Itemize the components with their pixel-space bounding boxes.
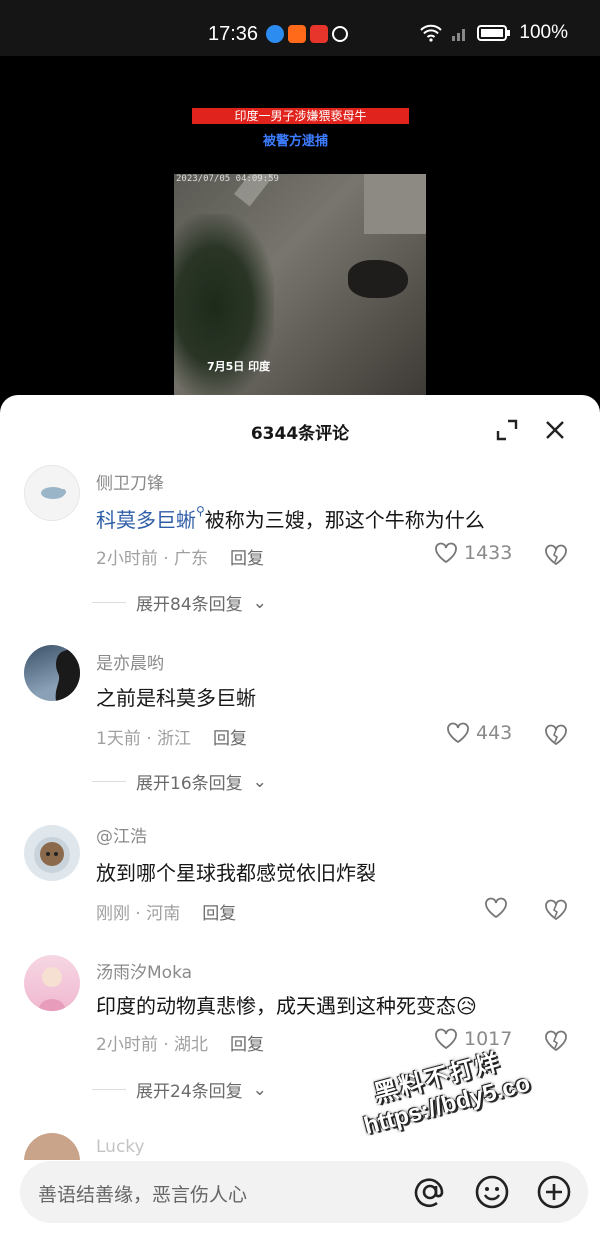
mention-button[interactable] [412, 1174, 448, 1210]
heart-icon [435, 542, 457, 564]
comment-meta: 1天前 · 浙江 回复 [96, 729, 248, 749]
comment-text: 之前是科莫多巨蜥 [96, 686, 256, 710]
chevron-down-icon: ⌄ [252, 771, 267, 792]
at-icon [414, 1178, 444, 1208]
reply-button[interactable]: 回复 [213, 729, 247, 749]
comment-meta: 2小时前 · 湖北 回复 [96, 1035, 265, 1055]
divider-line [92, 1089, 126, 1090]
video-timestamp: 2023/07/05 04:09:59 [176, 174, 279, 184]
dislike-button[interactable] [544, 724, 568, 750]
heart-icon [485, 897, 507, 919]
like-count: 443 [476, 722, 513, 744]
broken-heart-icon [545, 544, 567, 566]
comment-location: 广东 [174, 549, 209, 569]
comment-location: 河南 [146, 904, 181, 924]
comment-location: 浙江 [157, 729, 192, 749]
broken-heart-icon [545, 724, 567, 746]
username[interactable]: Lucky [96, 1137, 145, 1157]
username[interactable]: 是亦晨哟 [96, 649, 164, 674]
expand-label: 展开16条回复 [136, 774, 243, 794]
expand-icon [496, 419, 518, 441]
expand-label: 展开24条回复 [136, 1082, 243, 1102]
video-title-banner: 印度一男子涉嫌猥亵母牛 [192, 108, 409, 124]
video-caption: 7月5日 印度 [207, 360, 271, 373]
broken-heart-icon [545, 1030, 567, 1052]
comment-meta: 刚刚 · 河南 回复 [96, 904, 237, 924]
wall [364, 174, 426, 234]
heart-icon [435, 1028, 457, 1050]
video-subtitle: 被警方逮捕 [263, 134, 329, 149]
comment-text: 放到哪个星球我都感觉依旧炸裂 [96, 861, 376, 885]
heart-icon [447, 722, 469, 744]
expand-button[interactable] [492, 415, 522, 445]
avatar[interactable] [24, 955, 80, 1011]
dislike-button[interactable] [544, 899, 568, 925]
comment-sheet: 6344条评论 侧卫刀锋 科莫多巨蜥⚲被称为三嫂，那这个牛称为什么 2小时前 ·… [0, 395, 600, 1236]
alert-icon [332, 26, 348, 42]
avatar[interactable] [24, 645, 80, 701]
expand-replies[interactable]: 展开16条回复 ⌄ [92, 769, 267, 794]
avatar[interactable] [24, 825, 80, 881]
reply-button[interactable]: 回复 [230, 549, 264, 569]
comment-time: 2小时前 [96, 1035, 158, 1055]
sheet-header: 6344条评论 [0, 395, 600, 465]
battery-percent: 100% [519, 22, 568, 43]
like-button[interactable]: 1433 [434, 542, 512, 564]
expand-replies[interactable]: 展开24条回复 ⌄ [92, 1077, 267, 1102]
comment-input-bar: 善语结善缘，恶言伤人心 [0, 1160, 600, 1236]
comment-time: 1天前 [96, 729, 141, 749]
expand-replies[interactable]: 展开84条回复 ⌄ [92, 590, 267, 615]
status-time: 17:36 [208, 23, 259, 45]
status-bar: 17:36 100% [0, 0, 600, 56]
comment-text: 印度的动物真悲惨，成天遇到这种死变态😥 [96, 994, 477, 1018]
reply-button[interactable]: 回复 [202, 904, 236, 924]
comment-location: 湖北 [174, 1035, 209, 1055]
dislike-button[interactable] [544, 1030, 568, 1056]
smile-icon [475, 1175, 509, 1209]
wifi-icon [420, 24, 443, 42]
dislike-button[interactable] [544, 544, 568, 570]
app-icon-red [310, 25, 328, 43]
signal-icon [452, 29, 466, 41]
comment-text: 科莫多巨蜥⚲被称为三嫂，那这个牛称为什么 [96, 504, 485, 533]
avatar[interactable] [24, 465, 80, 521]
input-placeholder: 善语结善缘，恶言伤人心 [38, 1184, 248, 1206]
divider-line [92, 781, 126, 782]
search-icon: ⚲ [196, 504, 205, 518]
username[interactable]: 侧卫刀锋 [96, 469, 164, 494]
video-frame: 2023/07/05 04:09:59 7月5日 印度 [174, 174, 426, 398]
like-count: 1433 [464, 542, 513, 564]
mention-link[interactable]: 科莫多巨蜥 [96, 508, 196, 532]
comment-body: 被称为三嫂，那这个牛称为什么 [204, 508, 485, 532]
video-player[interactable]: 印度一男子涉嫌猥亵母牛 被警方逮捕 2023/07/05 04:09:59 7月… [0, 56, 600, 398]
app-icon-orange [288, 25, 306, 43]
username[interactable]: 汤雨汐Moka [96, 958, 192, 983]
comment-input[interactable]: 善语结善缘，恶言伤人心 [20, 1161, 588, 1223]
add-button[interactable] [536, 1174, 572, 1210]
expand-label: 展开84条回复 [136, 595, 243, 615]
like-button[interactable]: 443 [446, 722, 512, 744]
battery-icon [477, 25, 511, 41]
app-icon-blue [266, 25, 284, 43]
emoji-button[interactable] [474, 1174, 510, 1210]
broken-heart-icon [545, 899, 567, 921]
close-icon [546, 421, 564, 439]
plus-circle-icon [537, 1175, 571, 1209]
username[interactable]: @江浩 [96, 822, 147, 847]
chevron-down-icon: ⌄ [252, 592, 267, 613]
close-button[interactable] [540, 415, 570, 445]
comment-time: 刚刚 [96, 904, 130, 924]
chevron-down-icon: ⌄ [252, 1079, 267, 1100]
like-button[interactable] [484, 897, 508, 919]
divider-line [92, 602, 126, 603]
comment-time: 2小时前 [96, 549, 158, 569]
rock [348, 260, 408, 298]
comment-meta: 2小时前 · 广东 回复 [96, 549, 265, 569]
reply-button[interactable]: 回复 [230, 1035, 264, 1055]
